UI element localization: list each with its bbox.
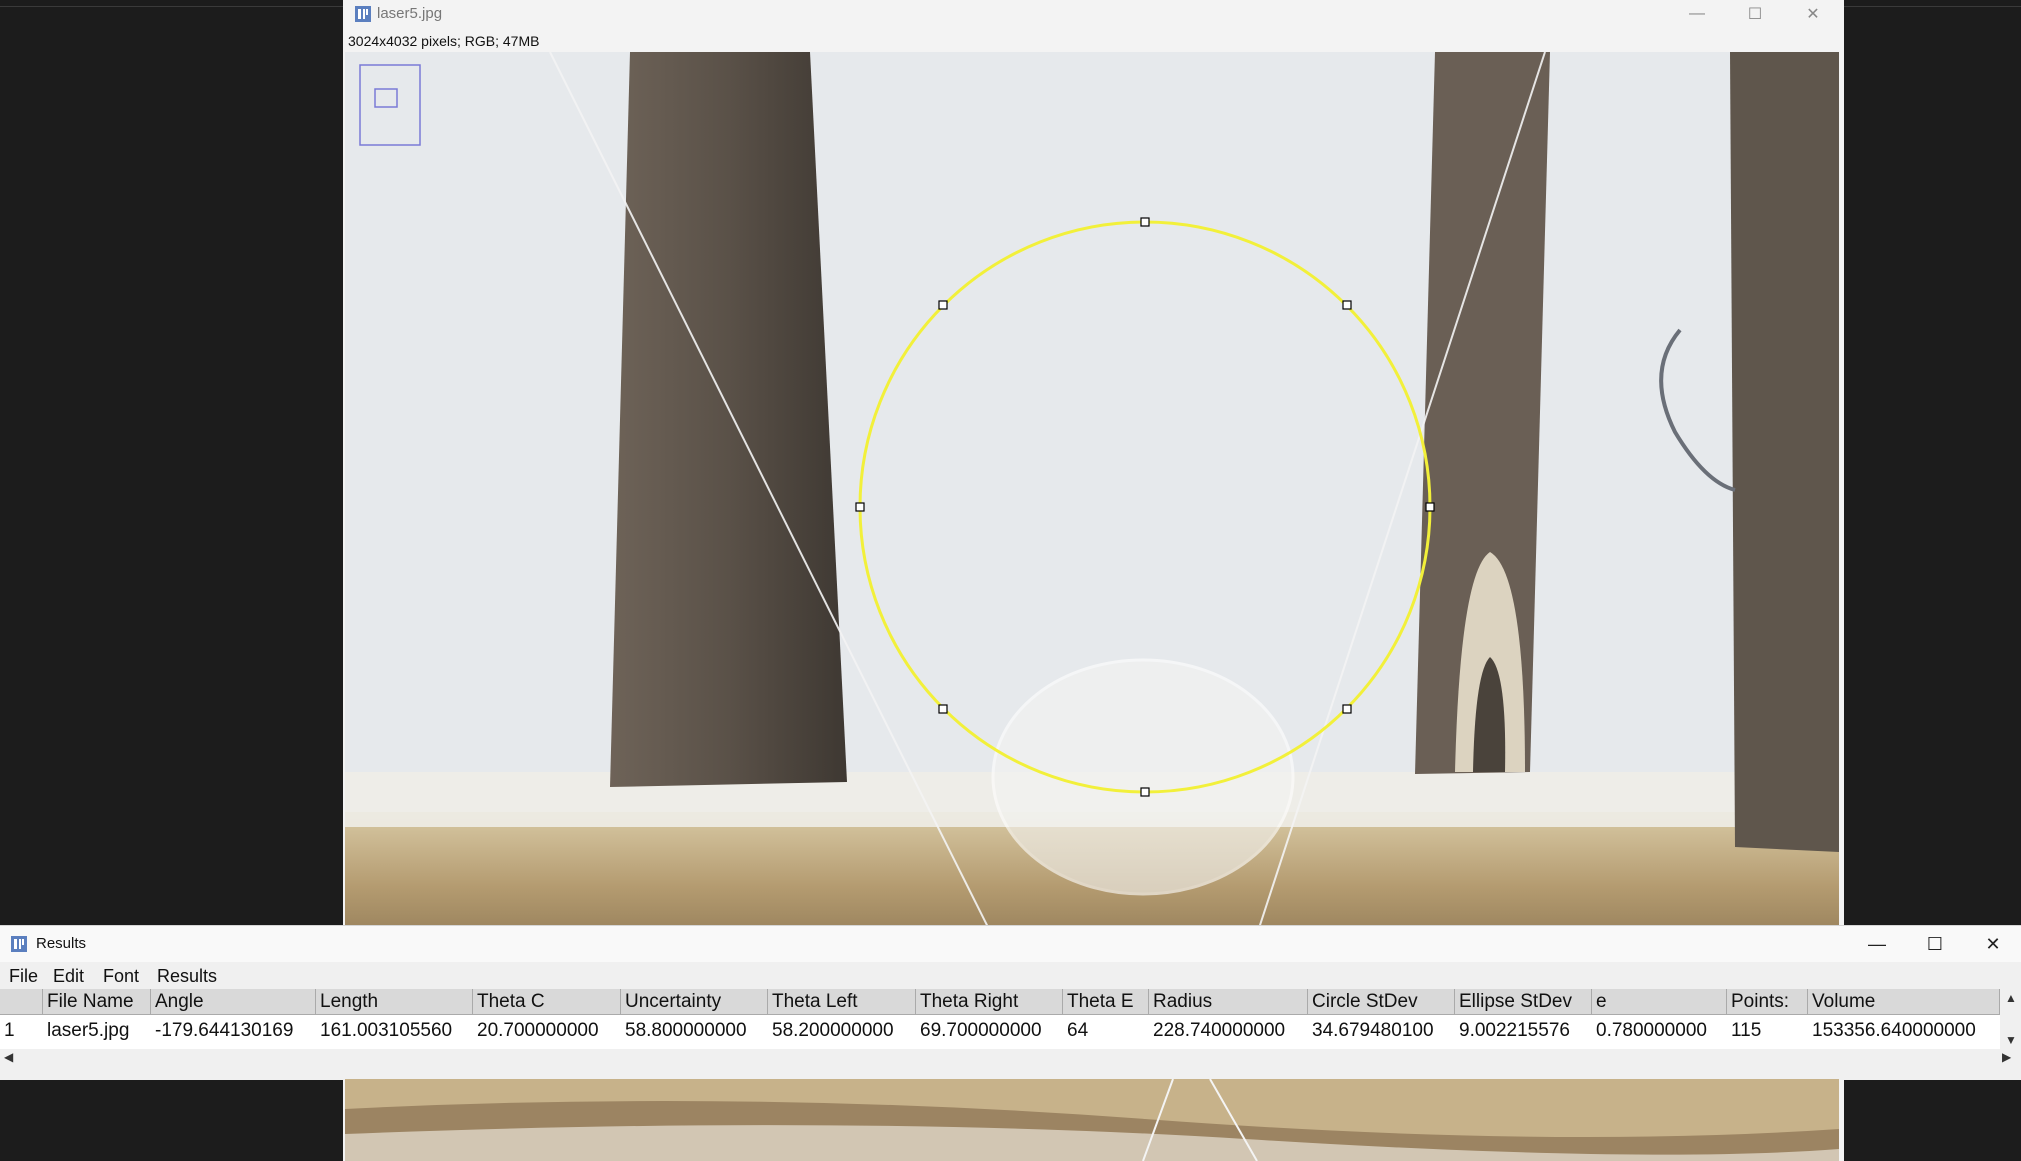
- close-button[interactable]: ✕: [1964, 926, 2021, 962]
- column-header[interactable]: Length: [316, 989, 473, 1015]
- minimize-button[interactable]: —: [1848, 926, 1906, 962]
- table-cell: 153356.640000000: [1812, 1020, 1976, 1041]
- column-header[interactable]: e: [1592, 989, 1727, 1015]
- table-cell: 69.700000000: [920, 1020, 1042, 1041]
- column-header[interactable]: Uncertainty: [621, 989, 768, 1015]
- results-table[interactable]: File Name Angle Length Theta C Uncertain…: [0, 989, 2000, 1049]
- image-canvas-lower[interactable]: [345, 1079, 1839, 1161]
- results-window: Results — ☐ ✕ File Edit Font Results Fil…: [0, 925, 2021, 1080]
- menu-file[interactable]: File: [9, 966, 38, 987]
- table-cell: 1: [4, 1020, 15, 1041]
- table-cell: 64: [1067, 1020, 1089, 1041]
- column-header[interactable]: Volume: [1808, 989, 2000, 1015]
- scroll-left-arrow-icon[interactable]: ◀: [4, 1050, 13, 1064]
- image-window-title: laser5.jpg: [377, 5, 443, 22]
- imagej-icon: [355, 6, 371, 22]
- table-cell: laser5.jpg: [47, 1020, 130, 1041]
- image-info: 3024x4032 pixels; RGB; 47MB: [348, 33, 540, 49]
- left-post: [610, 52, 847, 787]
- results-title: Results: [36, 935, 87, 952]
- table-cell: 115: [1731, 1020, 1762, 1041]
- column-header[interactable]: Theta Right: [916, 989, 1063, 1015]
- droplet: [991, 658, 1295, 896]
- scroll-right-arrow-icon[interactable]: ▶: [2002, 1050, 2011, 1064]
- table-cell: 161.003105560: [320, 1020, 453, 1041]
- results-titlebar[interactable]: Results — ☐ ✕: [0, 926, 2021, 962]
- table-cell: 58.800000000: [625, 1020, 747, 1041]
- column-header[interactable]: Theta Left: [768, 989, 916, 1015]
- table-cell: 20.700000000: [477, 1020, 599, 1041]
- column-header[interactable]: Radius: [1149, 989, 1308, 1015]
- table-cell: -179.644130169: [155, 1020, 294, 1041]
- far-right-post: [1730, 52, 1839, 852]
- minimize-button[interactable]: —: [1668, 0, 1726, 28]
- menu-font[interactable]: Font: [103, 966, 139, 987]
- column-header[interactable]: Circle StDev: [1308, 989, 1455, 1015]
- vertical-scrollbar[interactable]: ▲ ▼: [2000, 989, 2021, 1049]
- image-window-titlebar[interactable]: laser5.jpg — ☐ ✕: [343, 0, 1844, 28]
- menu-results[interactable]: Results: [157, 966, 217, 987]
- column-header[interactable]: Ellipse StDev: [1455, 989, 1592, 1015]
- table-cell: 228.740000000: [1153, 1020, 1286, 1041]
- table-cell: 0.780000000: [1596, 1020, 1707, 1041]
- column-header[interactable]: [0, 989, 43, 1015]
- close-button[interactable]: ✕: [1784, 0, 1842, 28]
- menu-edit[interactable]: Edit: [53, 966, 84, 987]
- table-cell: 9.002215576: [1459, 1020, 1570, 1041]
- menu-bar: File Edit Font Results: [0, 963, 2021, 989]
- table-cell: 58.200000000: [772, 1020, 894, 1041]
- imagej-icon: [11, 936, 27, 952]
- maximize-button[interactable]: ☐: [1726, 0, 1784, 28]
- scroll-down-arrow-icon[interactable]: ▼: [2005, 1033, 2017, 1047]
- column-header[interactable]: File Name: [43, 989, 151, 1015]
- column-header[interactable]: Angle: [151, 989, 316, 1015]
- column-header[interactable]: Theta E: [1063, 989, 1149, 1015]
- column-header[interactable]: Theta C: [473, 989, 621, 1015]
- maximize-button[interactable]: ☐: [1906, 926, 1964, 962]
- horizontal-scrollbar[interactable]: ◀ ▶: [0, 1049, 2021, 1066]
- table-cell: 34.679480100: [1312, 1020, 1434, 1041]
- column-header[interactable]: Points:: [1727, 989, 1808, 1015]
- scroll-up-arrow-icon[interactable]: ▲: [2005, 991, 2017, 1005]
